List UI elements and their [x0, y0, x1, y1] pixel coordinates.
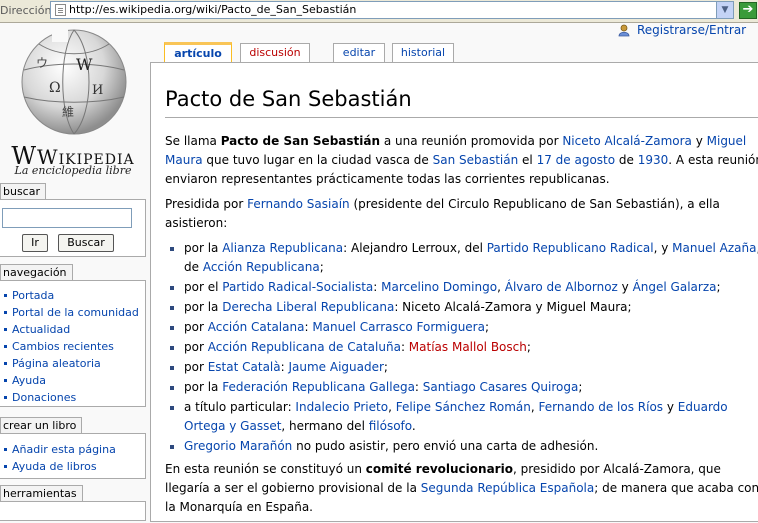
tools-portlet-title: herramientas	[0, 485, 83, 501]
list-item: Gregorio Marañón no pudo asistir, pero e…	[165, 437, 758, 456]
link-radical-socialista[interactable]: Partido Radical-Socialista	[222, 280, 373, 294]
link-segunda-republica[interactable]: Segunda República Española	[421, 481, 595, 495]
link-accion-republicana-cataluna[interactable]: Acción Republicana de Cataluña	[208, 340, 401, 354]
user-icon	[618, 24, 630, 37]
link-17-agosto[interactable]: 17 de agosto	[537, 153, 616, 167]
nav-item-ayuda[interactable]: Ayuda	[0, 372, 145, 389]
link-partido-radical[interactable]: Partido Republicano Radical	[487, 241, 654, 255]
paragraph-intro: Se llama Pacto de San Sebastián a una re…	[165, 134, 758, 186]
address-label: Dirección	[0, 4, 52, 17]
nav-item-actualidad[interactable]: Actualidad	[0, 321, 145, 338]
puzzle-globe-icon: W Ω И 維 ウ	[21, 26, 127, 135]
link-albornoz[interactable]: Álvaro de Albornoz	[505, 280, 618, 294]
nav-item-portal[interactable]: Portal de la comunidad	[0, 304, 145, 321]
svg-text:ウ: ウ	[36, 56, 48, 70]
link-carrasco[interactable]: Manuel Carrasco Formiguera	[312, 320, 485, 334]
list-item: a título particular: Indalecio Prieto, F…	[165, 398, 758, 436]
nav-item-donaciones[interactable]: Donaciones	[0, 389, 145, 406]
wikipedia-logo[interactable]: W Ω И 維 ウ WWikipedia La enciclopedia lib…	[0, 22, 150, 182]
link-accion-republicana[interactable]: Acción Republicana	[203, 260, 320, 274]
link-san-sebastian[interactable]: San Sebastián	[433, 153, 519, 167]
tab-articulo[interactable]: artículo	[164, 42, 232, 62]
go-button[interactable]: ➔	[739, 2, 757, 19]
link-federacion-gallega[interactable]: Federación Republicana Gallega	[222, 380, 415, 394]
svg-text:W: W	[76, 55, 93, 74]
book-item-help[interactable]: Ayuda de libros	[0, 458, 145, 475]
link-alianza-republicana[interactable]: Alianza Republicana	[222, 241, 343, 255]
link-casares-quiroga[interactable]: Santiago Casares Quiroga	[423, 380, 579, 394]
attendees-list: por la Alianza Republicana: Alejandro Le…	[165, 239, 758, 456]
navigation-portlet-title: navegación	[0, 264, 73, 280]
link-estat-catala[interactable]: Estat Català	[208, 360, 281, 374]
list-item: por Acción Catalana: Manuel Carrasco For…	[165, 318, 758, 337]
link-sanchez-roman[interactable]: Felipe Sánchez Román	[396, 400, 531, 414]
tab-historial[interactable]: historial	[392, 43, 454, 62]
list-item: por la Derecha Liberal Republicana: Nice…	[165, 298, 758, 317]
svg-text:Ω: Ω	[49, 80, 61, 96]
address-bar: Dirección http://es.wikipedia.org/wiki/P…	[0, 0, 758, 23]
link-niceto[interactable]: Niceto Alcalá-Zamora	[562, 134, 692, 148]
list-item: por la Federación Republicana Gallega: S…	[165, 378, 758, 397]
link-azana[interactable]: Manuel Azaña	[672, 241, 756, 255]
page-title: Pacto de San Sebastián	[165, 87, 412, 111]
link-mallol-bosch[interactable]: Matías Mallol Bosch	[409, 340, 527, 354]
green-arrow-icon: ➔	[742, 2, 754, 17]
book-portlet: Añadir esta página Ayuda de libros	[0, 433, 146, 479]
login-link[interactable]: Registrarse/Entrar	[637, 23, 746, 37]
link-1930[interactable]: 1930	[638, 153, 669, 167]
svg-text:維: 維	[62, 105, 74, 119]
go-search-button[interactable]: Ir	[22, 234, 48, 252]
link-sasiain[interactable]: Fernando Sasiaín	[247, 197, 350, 211]
tab-discusion[interactable]: discusión	[240, 43, 310, 62]
navigation-portlet: Portada Portal de la comunidad Actualida…	[0, 280, 146, 407]
search-button[interactable]: Buscar	[58, 234, 114, 252]
search-portlet: Ir Buscar	[0, 199, 146, 257]
link-accion-catalana[interactable]: Acción Catalana	[208, 320, 305, 334]
page-icon	[55, 4, 66, 16]
link-prieto[interactable]: Indalecio Prieto	[295, 400, 388, 414]
nav-item-cambios[interactable]: Cambios recientes	[0, 338, 145, 355]
content-area: Pacto de San Sebastián Se llama Pacto de…	[150, 62, 758, 522]
svg-text:И: И	[92, 83, 103, 98]
title-divider	[165, 117, 758, 118]
article-body: Se llama Pacto de San Sebastián a una re…	[165, 132, 758, 523]
list-item: por el Partido Radical-Socialista: Marce…	[165, 278, 758, 297]
link-galarza[interactable]: Ángel Galarza	[633, 280, 717, 294]
link-filosofo[interactable]: filósofo	[369, 419, 412, 433]
tools-portlet	[0, 501, 146, 521]
link-maranon[interactable]: Gregorio Marañón	[184, 439, 292, 453]
nav-item-portada[interactable]: Portada	[0, 287, 145, 304]
list-item: por la Alianza Republicana: Alejandro Le…	[165, 239, 758, 277]
paragraph-presidida: Presidida por Fernando Sasiaín (presiden…	[165, 197, 720, 230]
book-item-add[interactable]: Añadir esta página	[0, 441, 145, 458]
nav-item-aleatoria[interactable]: Página aleatoria	[0, 355, 145, 372]
search-input[interactable]	[2, 208, 132, 228]
book-portlet-title: crear un libro	[0, 417, 83, 433]
link-aiguader[interactable]: Jaume Aiguader	[288, 360, 383, 374]
link-derecha-liberal[interactable]: Derecha Liberal Republicana	[222, 300, 394, 314]
search-portlet-title: buscar	[0, 183, 46, 199]
link-marcelino-domingo[interactable]: Marcelino Domingo	[381, 280, 497, 294]
list-item: por Estat Català: Jaume Aiguader;	[165, 358, 758, 377]
address-url[interactable]: http://es.wikipedia.org/wiki/Pacto_de_Sa…	[69, 3, 356, 16]
address-input[interactable]: http://es.wikipedia.org/wiki/Pacto_de_Sa…	[50, 1, 734, 19]
chevron-down-icon[interactable]: ▼	[716, 2, 733, 18]
logo-tagline: La enciclopedia libre	[14, 164, 132, 177]
paragraph-comite: En esta reunión se constituyó un comité …	[165, 462, 758, 514]
link-fernando-de-los-rios[interactable]: Fernando de los Ríos	[539, 400, 664, 414]
tab-editar[interactable]: editar	[333, 43, 385, 62]
list-item: por Acción Republicana de Cataluña: Matí…	[165, 338, 758, 357]
